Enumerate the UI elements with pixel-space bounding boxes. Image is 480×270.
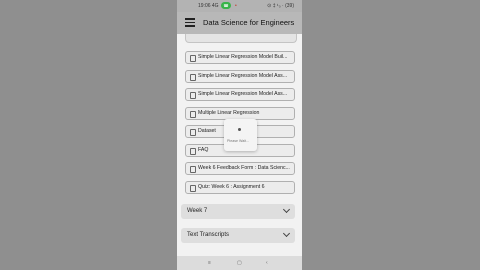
status-time: 19:06 4G — [198, 3, 219, 9]
list-item[interactable]: Simple Linear Regression Model Buil... — [185, 51, 295, 64]
section-text-transcripts[interactable]: Text Transcripts — [181, 228, 295, 243]
status-bar: 19:06 4G ☎ • ⊙ ‡ ¹₀ · (39) — [177, 0, 302, 12]
loading-text: Please Wait... — [227, 139, 250, 143]
home-icon[interactable]: ▢ — [237, 260, 242, 266]
list-item-label: Dataset — [198, 128, 216, 134]
page-icon — [190, 148, 196, 155]
notification-dot-icon: • — [235, 3, 237, 9]
list-item-label: Week 6 Feedback Form : Data Scienc... — [198, 165, 290, 171]
page-icon — [190, 129, 196, 136]
recent-apps-icon[interactable]: ≡ — [208, 260, 211, 266]
chevron-down-icon — [282, 205, 291, 214]
list-item[interactable]: Simple Linear Regression Model Ass... — [185, 70, 295, 83]
section-label: Week 7 — [187, 208, 208, 214]
page-title: Data Science for Engineers — [203, 18, 295, 27]
list-item[interactable]: Week 6 Feedback Form : Data Scienc... — [185, 162, 295, 175]
section-week-7[interactable]: Week 7 — [181, 204, 295, 219]
page-icon — [190, 92, 196, 99]
previous-item-edge — [185, 34, 297, 43]
list-item[interactable]: Simple Linear Regression Model Ass... — [185, 88, 295, 101]
loading-dialog: Please Wait... — [224, 119, 257, 151]
list-item-label: Quiz: Week 6 : Assignment 6 — [198, 184, 265, 190]
app-bar: Data Science for Engineers — [177, 12, 302, 34]
chevron-down-icon — [282, 229, 291, 238]
page-icon — [190, 111, 196, 118]
list-item-label: Simple Linear Regression Model Ass... — [198, 91, 288, 97]
left-letterbox — [0, 0, 177, 270]
page-icon — [190, 55, 196, 62]
hamburger-menu-icon[interactable] — [185, 18, 195, 27]
list-item-label: Simple Linear Regression Model Buil... — [198, 54, 288, 60]
page-icon — [190, 74, 196, 81]
spinner-icon — [238, 128, 241, 131]
back-icon[interactable]: ‹ — [266, 260, 268, 266]
list-item-label: Multiple Linear Regression — [198, 110, 260, 116]
system-nav-bar: ≡ ▢ ‹ — [177, 256, 302, 270]
list-item-label: Simple Linear Regression Model Ass... — [198, 73, 288, 79]
status-indicators: ⊙ ‡ ¹₀ · (39) — [267, 3, 294, 9]
list-item-label: FAQ — [198, 147, 209, 153]
list-item[interactable]: Quiz: Week 6 : Assignment 6 — [185, 181, 295, 194]
section-label: Text Transcripts — [187, 232, 230, 238]
call-indicator-icon: ☎ — [221, 2, 231, 9]
right-letterbox — [302, 0, 480, 270]
page-icon — [190, 185, 196, 192]
page-icon — [190, 166, 196, 173]
phone-screen: 19:06 4G ☎ • ⊙ ‡ ¹₀ · (39) Data Science … — [177, 0, 302, 270]
